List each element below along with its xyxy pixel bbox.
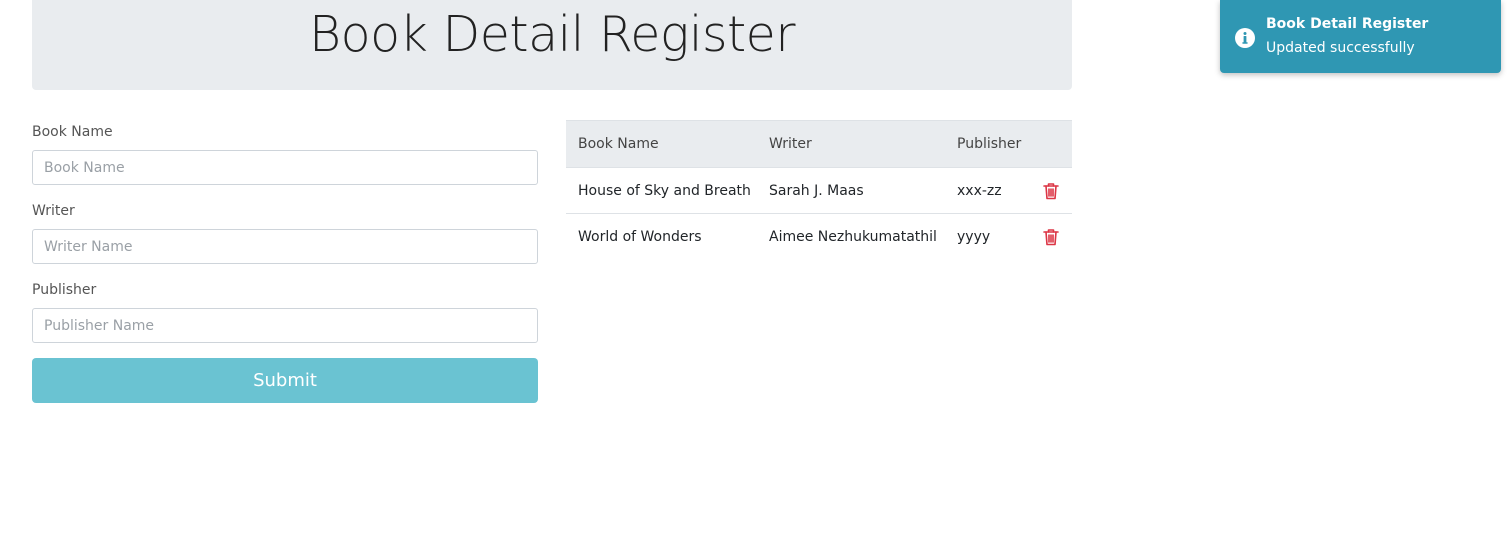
cell-writer: Sarah J. Maas (757, 167, 945, 214)
cell-book-name: World of Wonders (566, 213, 757, 259)
cell-actions (1029, 167, 1072, 214)
book-name-label: Book Name (32, 124, 113, 140)
writer-group: Writer (32, 199, 538, 264)
toast-message: Updated successfully (1266, 40, 1415, 56)
writer-input[interactable] (32, 229, 538, 264)
column-header-actions (1029, 120, 1072, 168)
writer-label: Writer (32, 203, 75, 219)
books-table-container: Book Name Writer Publisher House of Sky … (566, 120, 1072, 259)
column-header-writer: Writer (757, 120, 945, 168)
cell-book-name: House of Sky and Breath (566, 167, 757, 214)
column-header-publisher: Publisher (945, 120, 1029, 168)
book-form: Book Name Writer Publisher Submit (32, 120, 538, 403)
books-table: Book Name Writer Publisher House of Sky … (566, 120, 1072, 259)
book-name-input[interactable] (32, 150, 538, 185)
book-name-group: Book Name (32, 120, 538, 185)
page-title: Book Detail Register (309, 6, 795, 63)
publisher-group: Publisher (32, 278, 538, 343)
cell-actions (1029, 213, 1072, 259)
toast-title: Book Detail Register (1266, 16, 1429, 32)
trash-icon[interactable] (1041, 227, 1061, 247)
table-row[interactable]: House of Sky and Breath Sarah J. Maas xx… (566, 167, 1072, 214)
info-icon (1234, 27, 1256, 49)
success-toast[interactable]: Book Detail Register Updated successfull… (1220, 0, 1501, 73)
cell-writer: Aimee Nezhukumatathil (757, 213, 945, 259)
page-header: Book Detail Register (32, 0, 1072, 90)
table-row[interactable]: World of Wonders Aimee Nezhukumatathil y… (566, 213, 1072, 259)
cell-publisher: xxx-zz (945, 167, 1029, 214)
publisher-label: Publisher (32, 282, 97, 298)
publisher-input[interactable] (32, 308, 538, 343)
cell-publisher: yyyy (945, 213, 1029, 259)
trash-icon[interactable] (1041, 181, 1061, 201)
submit-button[interactable]: Submit (32, 358, 538, 403)
table-header-row: Book Name Writer Publisher (566, 120, 1072, 168)
column-header-book-name: Book Name (566, 120, 757, 168)
